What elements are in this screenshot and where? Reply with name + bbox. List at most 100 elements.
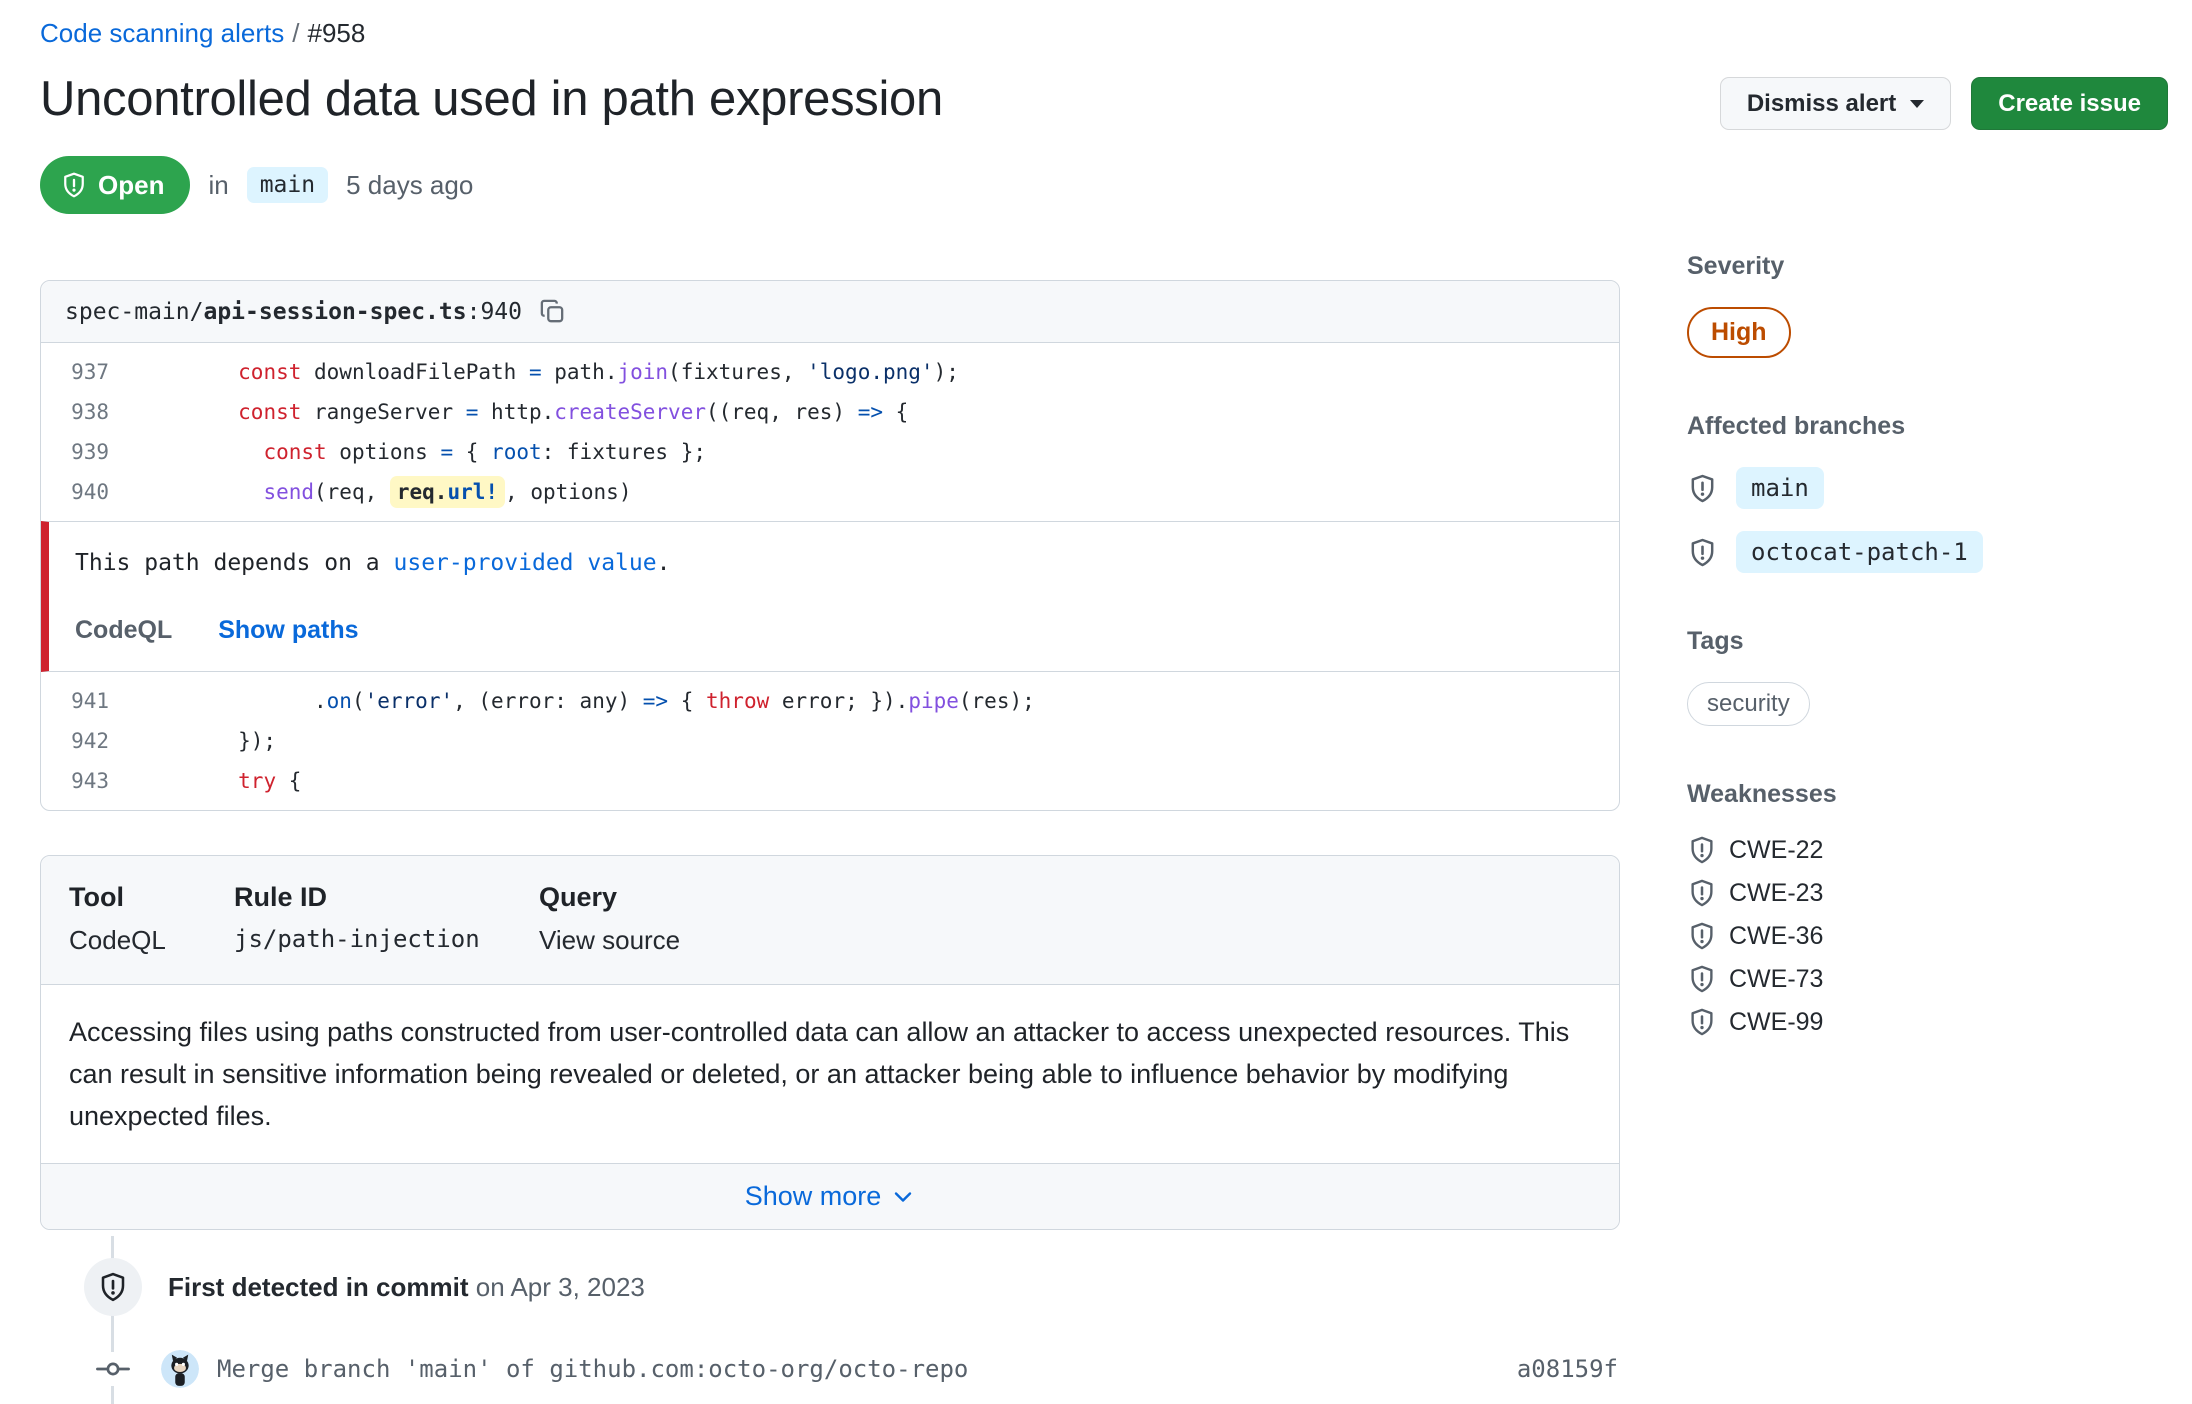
code-line-938: 938 const rangeServer = http.createServe… (41, 392, 1619, 432)
weaknesses-heading: Weaknesses (1687, 780, 1837, 808)
code-text: try { (238, 769, 302, 793)
status-state-label: Open (98, 169, 165, 200)
severity-heading: Severity (1687, 252, 1785, 280)
affected-branches-list: main octocat-patch-1 (1687, 467, 2168, 573)
code-file-path: spec-main/api-session-spec.ts:940 (65, 298, 522, 325)
first-detected-text: First detected in commit on Apr 3, 2023 (168, 1271, 645, 1302)
shield-alert-icon (1687, 921, 1717, 951)
dismiss-alert-button[interactable]: Dismiss alert (1719, 77, 1952, 130)
weakness-item: CWE-73 (1687, 964, 2168, 994)
code-line-940: 940 send(req, req.url!, options) (41, 472, 1619, 512)
tool-column-header: Tool (69, 882, 124, 912)
weaknesses-section: Weaknesses CWE-22 CWE-23 CWE-36 CWE-73 CWE-9… (1687, 780, 2168, 1037)
chevron-down-icon (895, 1191, 912, 1202)
dismiss-alert-label: Dismiss alert (1746, 89, 1897, 117)
commit-hash[interactable]: a08159f (1517, 1355, 1618, 1383)
breadcrumb-separator: / (292, 18, 300, 48)
branch-label[interactable]: octocat-patch-1 (1736, 531, 1983, 573)
shield-alert-icon (101, 1272, 125, 1302)
status-age: 5 days ago (346, 169, 474, 200)
show-more-label: Show more (744, 1181, 882, 1211)
weakness-item: CWE-99 (1687, 1007, 2168, 1037)
open-status-badge: Open (40, 156, 191, 214)
weaknesses-list: CWE-22 CWE-23 CWE-36 CWE-73 CWE-99 (1687, 835, 2168, 1037)
line-number: 938 (71, 400, 109, 424)
show-more-bar: Show more (41, 1163, 1619, 1229)
weakness-item: CWE-22 (1687, 835, 2168, 865)
weakness-label[interactable]: CWE-73 (1729, 965, 1823, 994)
shield-alert-icon (1687, 1007, 1717, 1037)
branch-label[interactable]: main (1736, 467, 1824, 509)
alert-message: This path depends on a user-provided val… (75, 550, 671, 576)
weakness-label[interactable]: CWE-22 (1729, 836, 1823, 865)
line-number: 939 (71, 440, 109, 464)
line-number: 943 (71, 769, 109, 793)
shield-alert-icon (1687, 537, 1718, 568)
code-text: const downloadFilePath = path.join(fixtu… (238, 360, 959, 384)
main-column: spec-main/api-session-spec.ts:940 937 co… (40, 252, 1620, 1404)
shield-alert-icon (1687, 835, 1717, 865)
chevron-down-icon (1910, 99, 1925, 108)
first-detected-event: First detected in commit on Apr 3, 2023 (40, 1236, 1620, 1316)
weakness-label[interactable]: CWE-23 (1729, 879, 1823, 908)
weakness-item: CWE-36 (1687, 921, 2168, 951)
rule-id-column-value: js/path-injection (234, 925, 480, 953)
weakness-label[interactable]: CWE-99 (1729, 1008, 1823, 1037)
code-text: }); (137, 729, 277, 753)
breadcrumb-link-code-scanning-alerts[interactable]: Code scanning alerts (40, 18, 284, 48)
status-in-label: in (208, 169, 229, 200)
line-number: 942 (71, 729, 109, 753)
rule-id-column: Rule ID js/path-injection (234, 882, 539, 956)
code-snippet-card: spec-main/api-session-spec.ts:940 937 co… (40, 280, 1620, 811)
affected-branches-heading: Affected branches (1687, 412, 1906, 440)
line-number: 940 (71, 480, 109, 504)
git-commit-icon (89, 1352, 137, 1386)
code-line-942: 942 }); (41, 721, 1619, 761)
line-number: 941 (71, 689, 109, 713)
weakness-label[interactable]: CWE-36 (1729, 922, 1823, 951)
view-source-link[interactable]: View source (539, 925, 680, 956)
code-line-939: 939 const options = { root: fixtures }; (41, 432, 1619, 472)
alert-footer: CodeQL Show paths (75, 616, 1595, 645)
line-number: 937 (71, 360, 109, 384)
breadcrumb: Code scanning alerts / #958 (40, 18, 2168, 49)
commit-message[interactable]: Merge branch 'main' of github.com:octo-o… (217, 1355, 1517, 1383)
affected-branch-item: octocat-patch-1 (1687, 531, 2168, 573)
tool-column: Tool CodeQL (69, 882, 234, 956)
tags-list: security (1687, 682, 2168, 726)
severity-section: Severity High (1687, 252, 2168, 358)
codeql-alert-annotation: This path depends on a user-provided val… (41, 521, 1619, 672)
shield-alert-icon (1687, 473, 1718, 504)
code-line-941: 941 .on('error', (error: any) => { throw… (41, 681, 1619, 721)
copy-path-button[interactable] (538, 297, 567, 326)
rule-description: Accessing files using paths constructed … (41, 984, 1619, 1163)
tag-pill[interactable]: security (1687, 682, 1810, 726)
header-row: Uncontrolled data used in path expressio… (40, 71, 2168, 130)
status-branch-label[interactable]: main (246, 167, 329, 203)
weakness-item: CWE-23 (1687, 878, 2168, 908)
severity-badge: High (1687, 307, 1791, 358)
affected-branches-section: Affected branches main octocat-patch-1 (1687, 412, 2168, 573)
affected-branch-item: main (1687, 467, 2168, 509)
copy-icon (540, 299, 564, 323)
header-actions: Dismiss alert Create issue (1719, 77, 2168, 130)
show-paths-link[interactable]: Show paths (218, 616, 358, 645)
status-row: Open in main 5 days ago (40, 156, 2168, 214)
tool-column-value: CodeQL (69, 925, 166, 955)
timeline-shield-badge (84, 1258, 142, 1316)
shield-alert-icon (1687, 878, 1717, 908)
alert-timeline: First detected in commit on Apr 3, 2023 (40, 1236, 1620, 1404)
alert-tool-name: CodeQL (75, 616, 173, 644)
query-column-header: Query (539, 882, 618, 912)
code-text: .on('error', (error: any) => { throw err… (137, 689, 1035, 713)
code-scanning-alert-page: Code scanning alerts / #958 Uncontrolled d… (0, 0, 2192, 1404)
shield-alert-icon (64, 172, 84, 198)
code-text: const options = { root: fixtures }; (263, 440, 706, 464)
tags-section: Tags security (1687, 627, 2168, 726)
avatar[interactable] (161, 1350, 199, 1388)
show-more-button[interactable]: Show more (745, 1181, 916, 1212)
rule-summary-strip: Tool CodeQL Rule ID js/path-injection Qu… (41, 856, 1619, 984)
code-text: send(req, req.url!, options) (137, 476, 631, 508)
tags-heading: Tags (1687, 627, 1744, 655)
create-issue-button[interactable]: Create issue (1971, 77, 2168, 130)
